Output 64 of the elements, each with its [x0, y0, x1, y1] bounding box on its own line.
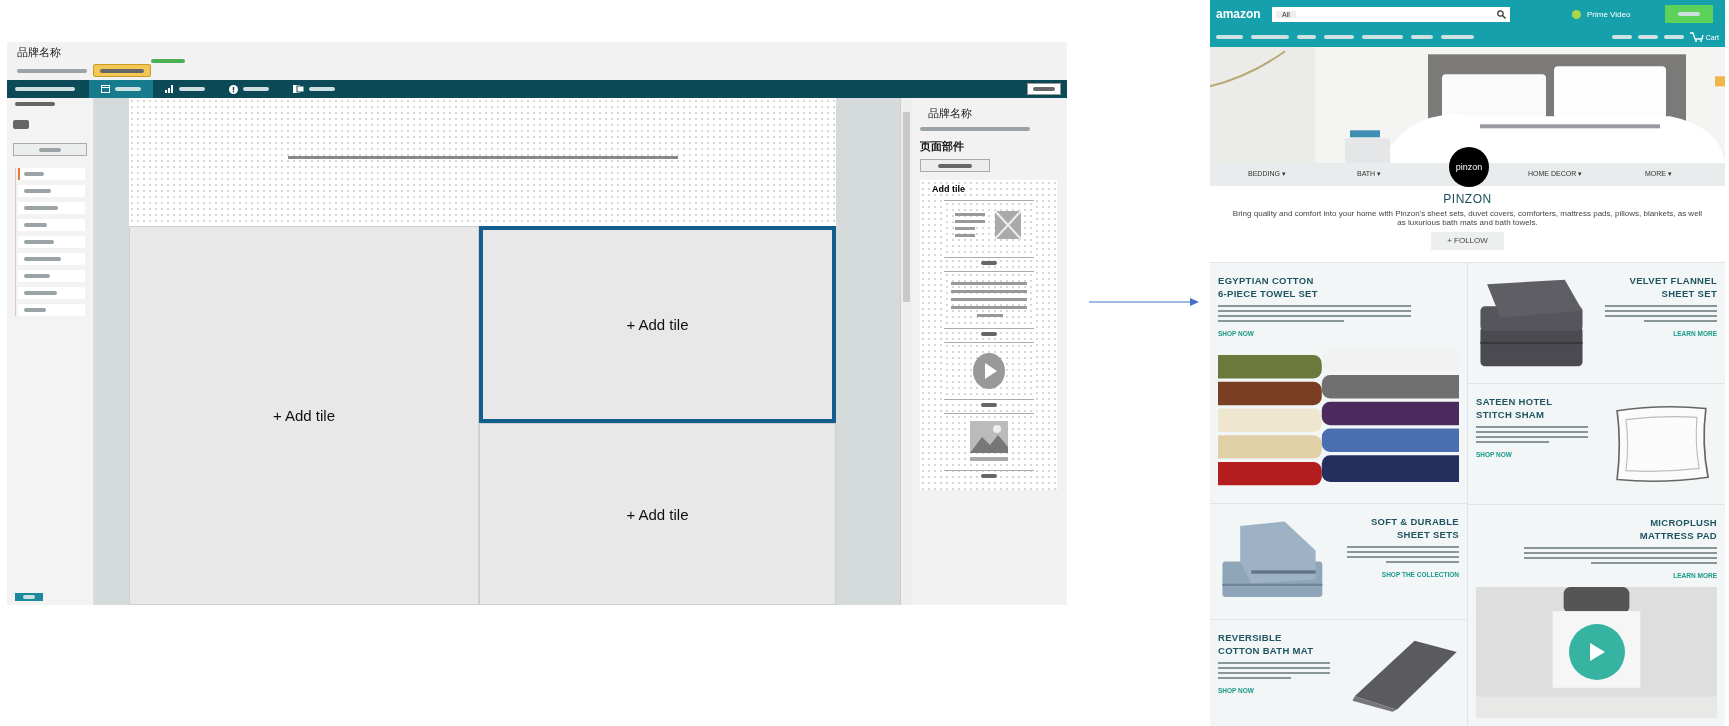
section-title: 页面部件: [920, 139, 965, 154]
illegible-text-drawing[interactable]: [1251, 35, 1289, 39]
page-list-item[interactable]: [18, 236, 85, 248]
tile-title: SATEEN HOTEL STITCH SHAM: [1476, 395, 1554, 422]
illegible-text-drawing[interactable]: [1216, 35, 1243, 39]
page-list-item[interactable]: [18, 202, 85, 214]
illegible-text-drawing[interactable]: [1611, 35, 1632, 39]
submit-button[interactable]: [1027, 83, 1061, 95]
brand-description: Bring quality and comfort into your home with Pinzon's sheet sets, duvet covers, comforters, mattress pads, pillows, blankets, as well as luxurious bath mats and bath towels.: [1232, 208, 1703, 228]
widget-card[interactable]: [943, 342, 1034, 400]
illegible-text-drawing[interactable]: [15, 102, 55, 106]
page-list-item[interactable]: [18, 253, 85, 265]
tile-title: EGYPTIAN COTTON 6-PIECE TOWEL SET: [1218, 274, 1319, 301]
illegible-text-drawing: [980, 332, 997, 336]
illegible-text-drawing: [980, 261, 997, 265]
illegible-text-drawing[interactable]: [1362, 35, 1403, 39]
illegible-text-drawing[interactable]: [1441, 35, 1474, 39]
widget-card[interactable]: [943, 271, 1034, 329]
page-list-item[interactable]: [18, 304, 85, 316]
page-title: 品牌名称: [17, 45, 62, 60]
save-button[interactable]: [15, 593, 43, 601]
cart-icon[interactable]: [1689, 32, 1704, 42]
scrollbar[interactable]: [900, 98, 912, 605]
illegible-text-drawing[interactable]: [1637, 35, 1658, 39]
brand-logo[interactable]: pinzon: [1449, 147, 1489, 188]
window-icon: [101, 85, 110, 93]
bar-chart-icon: [165, 85, 174, 93]
illegible-text-drawing[interactable]: [1411, 35, 1433, 39]
tile-title: VELVET FLANNEL SHEET SET: [1629, 274, 1717, 301]
illegible-text-drawing[interactable]: [1297, 35, 1316, 39]
text-block-icon: [950, 280, 1027, 320]
panel-button[interactable]: [920, 159, 990, 172]
follow-button[interactable]: + FOLLOW: [1431, 231, 1504, 250]
page-list-item[interactable]: [18, 185, 85, 197]
illegible-text-drawing: [980, 474, 997, 478]
illegible-text-drawing: [15, 87, 75, 91]
image-icon: [969, 421, 1008, 463]
tile-title: REVERSIBLE COTTON BATH MAT: [1218, 631, 1315, 658]
widget-card[interactable]: [943, 200, 1034, 258]
header-tile[interactable]: [129, 98, 836, 226]
illegible-text-drawing: [980, 403, 997, 407]
widget-heading: Add tile: [932, 184, 965, 194]
search-icon[interactable]: [1497, 9, 1506, 19]
tile-title: SOFT & DURABLE SHEET SETS: [1370, 515, 1459, 542]
illegible-text-drawing: [17, 68, 87, 73]
nav-tab[interactable]: [89, 80, 153, 98]
pages-icon: [293, 85, 304, 93]
page-list-item[interactable]: [18, 168, 85, 180]
add-tile-button[interactable]: + Add tile: [478, 226, 836, 423]
illegible-text-drawing: [13, 120, 29, 129]
promo-badge[interactable]: [1665, 5, 1713, 23]
add-tile-button[interactable]: + Add tile: [129, 226, 479, 605]
panel-title: 品牌名称: [928, 106, 973, 121]
illegible-text-drawing: [151, 59, 185, 63]
page-list-item[interactable]: [18, 287, 85, 299]
page-list-item[interactable]: [18, 270, 85, 282]
sidebar-button[interactable]: [13, 143, 87, 156]
illegible-text-drawing[interactable]: [1663, 35, 1684, 39]
tile-title: MICROPLUSH MATTRESS PAD: [1639, 516, 1717, 543]
add-tile-button[interactable]: + Add tile: [478, 423, 836, 605]
illegible-text-drawing[interactable]: [1324, 35, 1354, 39]
promo-button[interactable]: [93, 64, 151, 77]
page-list-item[interactable]: [18, 219, 85, 231]
brand-name: PINZON: [1443, 191, 1492, 206]
